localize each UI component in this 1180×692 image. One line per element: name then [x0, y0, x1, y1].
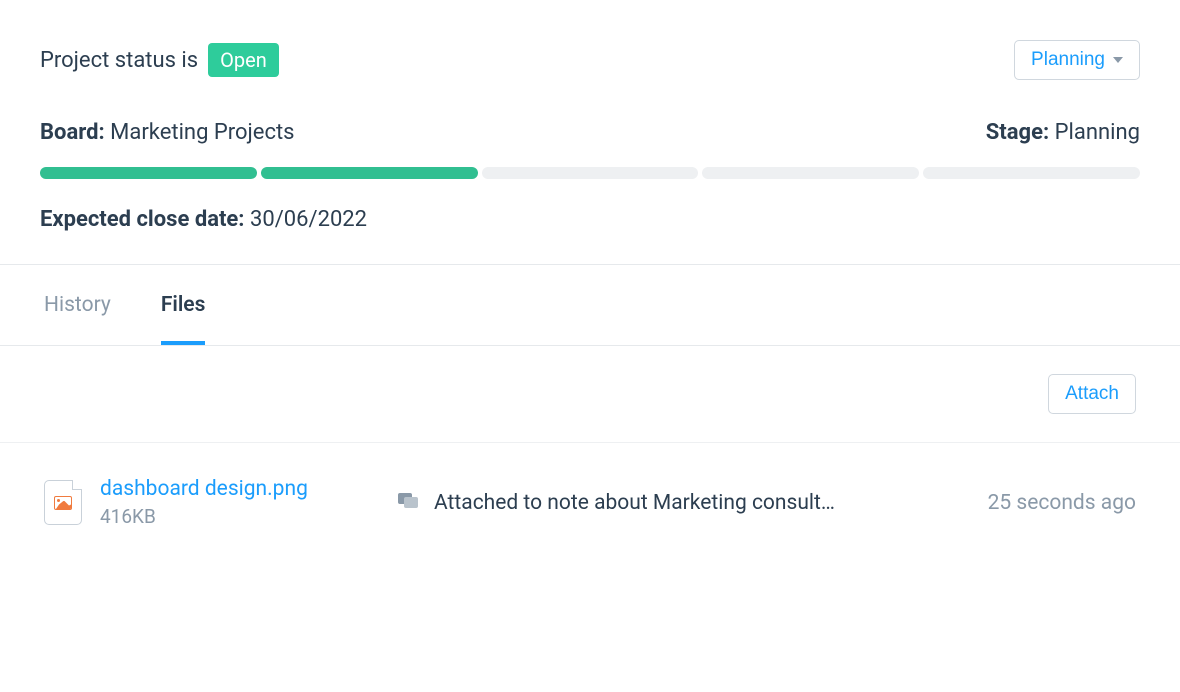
status-badge: Open	[208, 43, 279, 77]
stage-dropdown-label: Planning	[1031, 49, 1105, 71]
stage-label: Stage:	[986, 120, 1049, 145]
board-value: Marketing Projects	[110, 120, 294, 145]
file-size: 416KB	[100, 505, 380, 528]
attach-row: Attach	[0, 346, 1180, 443]
progress-segment	[40, 167, 257, 179]
tabs-container: History Files	[0, 264, 1180, 346]
stage-info: Stage: Planning	[986, 120, 1140, 145]
expected-close-date: Expected close date: 30/06/2022	[40, 207, 1140, 232]
close-date-label: Expected close date:	[40, 207, 245, 232]
file-note: Attached to note about Marketing consult…	[398, 491, 950, 515]
file-info: dashboard design.png 416KB	[100, 477, 380, 528]
board-info: Board: Marketing Projects	[40, 120, 295, 145]
status-row: Project status is Open Planning	[40, 40, 1140, 80]
close-date-value: 30/06/2022	[250, 207, 367, 232]
progress-segment	[261, 167, 478, 179]
stage-dropdown[interactable]: Planning	[1014, 40, 1140, 80]
attach-button[interactable]: Attach	[1048, 374, 1136, 414]
progress-segment	[702, 167, 919, 179]
progress-bar	[40, 167, 1140, 179]
status-prefix: Project status is	[40, 48, 198, 73]
image-file-icon	[44, 480, 82, 525]
file-name-link[interactable]: dashboard design.png	[100, 477, 380, 501]
note-icon	[398, 491, 420, 515]
project-status: Project status is Open	[40, 43, 279, 77]
stage-value: Planning	[1055, 120, 1140, 145]
tab-history[interactable]: History	[44, 265, 111, 345]
file-row: dashboard design.png 416KB Attached to n…	[0, 443, 1180, 562]
chevron-down-icon	[1113, 57, 1123, 63]
tab-files[interactable]: Files	[161, 265, 206, 345]
board-stage-row: Board: Marketing Projects Stage: Plannin…	[40, 120, 1140, 145]
file-note-text: Attached to note about Marketing consult…	[434, 491, 835, 515]
progress-segment	[482, 167, 699, 179]
progress-segment	[923, 167, 1140, 179]
file-timestamp: 25 seconds ago	[988, 491, 1136, 515]
board-label: Board:	[40, 120, 105, 145]
